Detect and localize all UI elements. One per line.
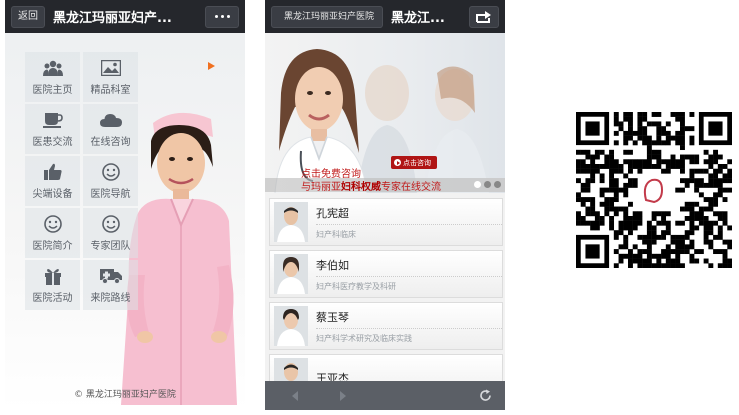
menu-item-label: 精品科室 [90,85,131,96]
people-icon [42,58,63,78]
forward-nav-button[interactable] [333,386,353,406]
cup-icon [42,110,63,130]
share-icon [476,11,491,23]
doctor-title: 妇产科学术研究及临床实践 [316,333,412,343]
list-item[interactable]: 李伯如 妇产科医疗教学及科研 [269,250,503,298]
menu-item-label: 医院活动 [32,293,73,304]
banner-caption-strip: 与玛丽亚 妇科权威 专家在线交流 [265,178,505,193]
back-url-button[interactable]: 黑龙江玛丽亚妇产医院 [271,5,384,28]
menu-item-label: 医患交流 [32,137,73,148]
smiley-icon [101,214,120,234]
menu-item-departments[interactable]: 精品科室 [83,52,138,102]
right-phone-screen: 黑龙江玛丽亚妇产医院 黑龙江... 点击咨询 点击免费咨询 与玛丽亚 妇科权威 … [265,0,505,410]
list-item[interactable]: 孔宪超 妇产科临床 [269,198,503,246]
qr-code-image [576,112,732,268]
menu-item-hospital-nav[interactable]: 医院导航 [83,156,138,206]
divider [316,327,502,329]
picture-icon [100,58,121,78]
doctor-title: 妇产科临床 [316,229,356,239]
share-button[interactable] [469,5,499,28]
menu-item-label: 来院路线 [90,293,131,304]
more-dot-icon [220,15,224,18]
refresh-icon [479,389,491,401]
menu-item-hospital-intro[interactable]: 医院简介 [25,208,80,258]
menu-item-label: 医院主页 [32,85,73,96]
page-title: 黑龙江玛丽亚妇产... [53,11,172,26]
play-icon [394,159,401,166]
menu-item-label: 在线咨询 [90,137,131,148]
ambulance-icon [99,266,122,286]
menu-item-expert-team[interactable]: 专家团队 [83,208,138,258]
menu-item-equipment[interactable]: 尖端设备 [25,156,80,206]
divider [316,275,502,277]
menu-item-activities[interactable]: 医院活动 [25,260,80,310]
list-item[interactable]: 蔡玉琴 妇产科学术研究及临床实践 [269,302,503,350]
carousel-dot[interactable] [484,181,491,188]
doctor-photo [274,306,308,346]
doctor-photo [274,202,308,242]
copyright-text: © 黑龙江玛丽亚妇产医院 [74,390,176,400]
cloud-icon [99,110,122,130]
left-top-bar: 返回 黑龙江玛丽亚妇产... [5,0,245,33]
doctor-name: 孔宪超 [316,206,349,220]
doctor-name: 蔡玉琴 [316,310,349,324]
smiley-icon [101,162,120,182]
carousel-dot[interactable] [474,181,481,188]
back-nav-button[interactable] [285,386,305,406]
menu-item-label: 尖端设备 [32,189,73,200]
divider [316,223,502,225]
consult-button-label: 点击咨询 [403,158,431,167]
menu-grid: 医院主页 精品科室 医患交流 在线咨询 尖端设备 医院导航 医院简介 专家团队 … [25,52,138,310]
menu-item-online-consult[interactable]: 在线咨询 [83,104,138,154]
page-title: 黑龙江... [391,11,445,26]
carousel-dot[interactable] [494,181,501,188]
doctor-name: 李伯如 [316,258,349,272]
menu-item-label: 专家团队 [90,241,131,252]
menu-item-label: 医院简介 [32,241,73,252]
doctor-list: 孔宪超 妇产科临床 李伯如 妇产科医疗教学及科研 蔡玉琴 妇产科学术研究及临床实… [269,198,503,406]
thumbs-up-icon [43,162,62,182]
menu-item-hospital-home[interactable]: 医院主页 [25,52,80,102]
caption-suffix: 专家在线交流 [381,181,441,193]
more-dot-icon [214,15,218,18]
menu-item-label: 医院导航 [90,189,131,200]
doctor-title: 妇产科医疗教学及科研 [316,281,396,291]
left-arrow-icon [292,390,298,401]
menu-item-route[interactable]: 来院路线 [83,260,138,310]
more-dot-icon [226,15,230,18]
refresh-button[interactable] [475,386,495,406]
right-arrow-icon [340,390,346,401]
back-button[interactable]: 返回 [11,5,45,28]
caption-prefix: 与玛丽亚 [301,181,341,193]
gift-icon [44,266,62,286]
consult-button[interactable]: 点击咨询 [391,156,437,169]
right-top-bar: 黑龙江玛丽亚妇产医院 黑龙江... [265,0,505,33]
menu-item-doctor-patient[interactable]: 医患交流 [25,104,80,154]
left-phone-screen: 返回 黑龙江玛丽亚妇产... 医院主页 精品科室 医患交流 在线咨询 尖端设备 … [5,0,245,410]
carousel-dots [474,181,501,188]
smiley-icon [43,214,62,234]
browser-bottom-bar [265,381,505,410]
caption-highlight: 妇科权威 [341,181,381,193]
play-arrow-icon[interactable] [208,62,215,70]
more-button[interactable] [205,5,239,28]
doctor-photo [274,254,308,294]
